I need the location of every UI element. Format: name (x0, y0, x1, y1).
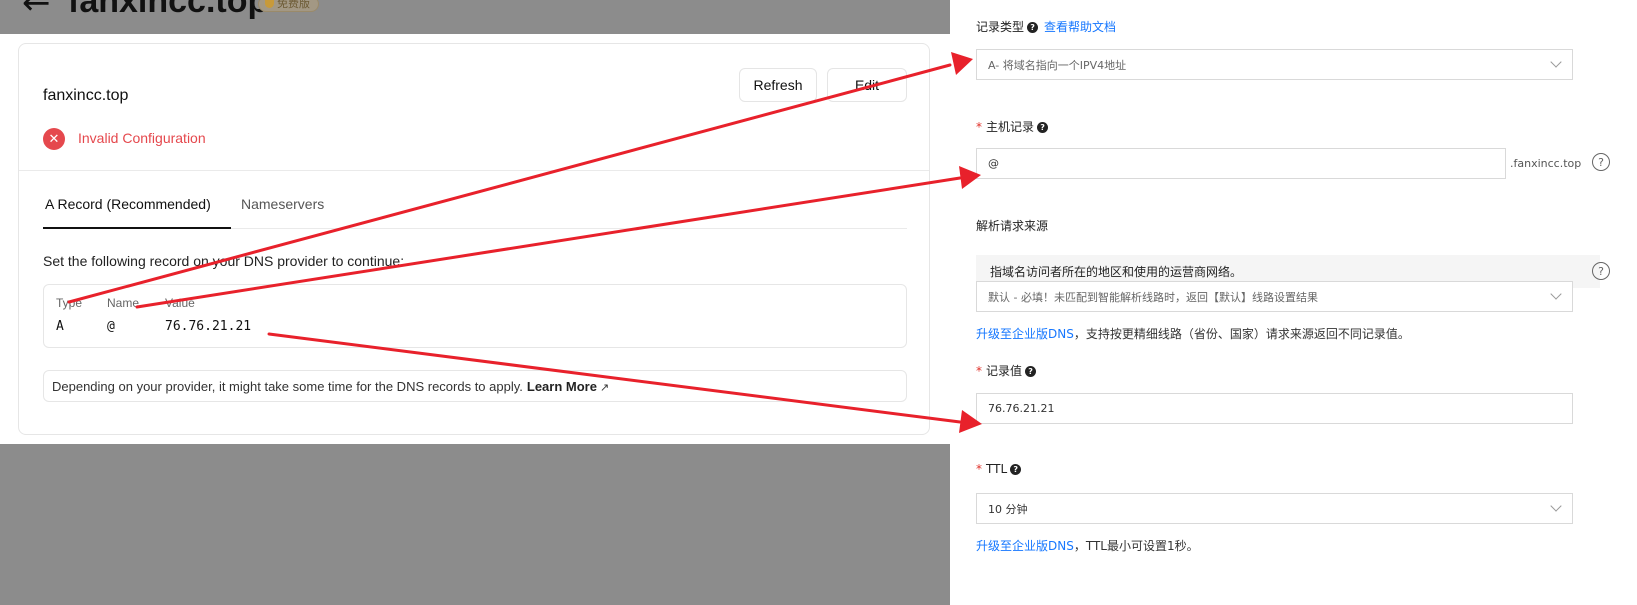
note-text: Depending on your provider, it might tak… (52, 379, 523, 394)
help-icon[interactable]: ? (1010, 464, 1022, 475)
edit-button[interactable]: Edit (827, 68, 907, 102)
shield-icon (265, 0, 274, 8)
upgrade-description: ，支持按更精细线路（省份、国家）请求来源返回不同记录值。 (1073, 327, 1410, 341)
page-header: ← fanxincc.top 免费版 (0, 0, 950, 34)
refresh-button[interactable]: Refresh (739, 68, 817, 102)
record-value-input[interactable]: 76.76.21.21 (976, 393, 1573, 424)
host-label: 主机记录 (986, 120, 1035, 134)
propagation-note: Depending on your provider, it might tak… (43, 370, 907, 402)
host-record-input[interactable]: @ (976, 148, 1506, 179)
plan-badge: 免费版 (258, 0, 319, 12)
record-type-label: 记录类型 (976, 20, 1025, 34)
record-type-cell: A (56, 319, 64, 334)
dns-instruction: Set the following record on your DNS pro… (43, 253, 405, 269)
record-name-cell: @ (107, 319, 115, 334)
help-icon[interactable]: ? (1027, 22, 1039, 33)
card-domain-name: fanxincc.top (43, 87, 129, 104)
line-select-value: 默认 - 必填！未匹配到智能解析线路时，返回【默认】线路设置结果 (988, 290, 1318, 304)
ttl-label: TTL (986, 462, 1008, 476)
chevron-down-icon (1550, 288, 1562, 300)
arrow-left-icon[interactable]: ← (22, 0, 51, 20)
external-link-icon: ↗ (599, 382, 610, 394)
line-select[interactable]: 默认 - 必填！未匹配到智能解析线路时，返回【默认】线路设置结果 (976, 281, 1573, 312)
column-header-type: Type (56, 296, 83, 310)
host-suffix: .fanxincc.top (1510, 157, 1582, 170)
active-tab-indicator (43, 227, 231, 229)
aliyun-record-form: 记录类型? 查看帮助文档 A- 将域名指向一个IPV4地址 * 主机记录? @ .f… (950, 0, 1637, 605)
chevron-down-icon (1550, 56, 1562, 68)
record-type-value: A- 将域名指向一个IPV4地址 (988, 58, 1127, 72)
required-asterisk: * (976, 120, 982, 134)
dns-record-table: Type Name Value A @ 76.76.21.21 (43, 284, 907, 348)
page-title: fanxincc.top (68, 0, 269, 20)
required-asterisk: * (976, 364, 982, 378)
status-text: Invalid Configuration (78, 130, 206, 146)
upgrade-dns-link[interactable]: 升级至企业版DNS (976, 327, 1074, 341)
line-info-text: 指域名访问者所在的地区和使用的运营商网络。 (990, 265, 1243, 279)
help-doc-link[interactable]: 查看帮助文档 (1044, 20, 1116, 34)
vercel-domain-panel: fanxincc.top Refresh Edit ✕ Invalid Conf… (0, 34, 950, 444)
column-header-value: Value (165, 296, 195, 310)
learn-more-link[interactable]: Learn More (527, 379, 597, 394)
tab-nameservers[interactable]: Nameservers (241, 196, 324, 212)
record-value-cell: 76.76.21.21 (165, 319, 252, 334)
required-asterisk: * (976, 462, 982, 476)
column-header-name: Name (107, 296, 140, 310)
question-circle-icon[interactable]: ? (1592, 153, 1610, 171)
upgrade-description: ，TTL最小可设置1秒。 (1073, 539, 1199, 553)
question-circle-icon[interactable]: ? (1592, 262, 1610, 280)
upgrade-dns-link[interactable]: 升级至企业版DNS (976, 539, 1074, 553)
help-icon[interactable]: ? (1025, 366, 1037, 377)
line-label: 解析请求来源 (976, 219, 1049, 233)
record-type-select[interactable]: A- 将域名指向一个IPV4地址 (976, 49, 1573, 80)
help-icon[interactable]: ? (1037, 122, 1049, 133)
divider (19, 170, 929, 171)
host-record-value: @ (988, 157, 999, 170)
plan-badge-label: 免费版 (277, 0, 310, 10)
ttl-select[interactable]: 10 分钟 (976, 493, 1573, 524)
ttl-value: 10 分钟 (988, 502, 1028, 516)
tab-a-record[interactable]: A Record (Recommended) (45, 196, 211, 212)
domain-card: fanxincc.top Refresh Edit ✕ Invalid Conf… (18, 43, 930, 435)
x-circle-icon: ✕ (43, 128, 65, 150)
record-value-label: 记录值 (986, 364, 1023, 378)
record-value-text: 76.76.21.21 (988, 402, 1055, 415)
chevron-down-icon (1550, 500, 1562, 512)
